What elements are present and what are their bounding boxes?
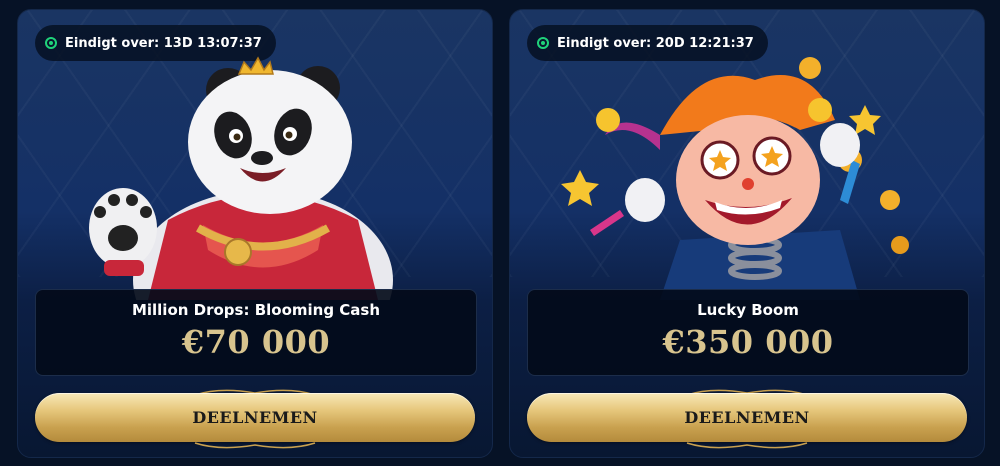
prize-amount: €70 000	[181, 323, 331, 361]
join-button[interactable]: DEELNEMEN	[35, 393, 475, 442]
live-indicator-icon	[537, 37, 549, 49]
promo-card-lucky-boom[interactable]: Eindigt over: 20D 12:21:37 Lucky Boom €3…	[509, 9, 985, 458]
promo-card-million-drops[interactable]: Eindigt over: 13D 13:07:37 Million Drops…	[17, 9, 493, 458]
promo-title: Million Drops: Blooming Cash	[131, 301, 381, 319]
ornament-bottom-icon	[686, 442, 808, 449]
panda-mascot-image	[89, 56, 393, 300]
prize-amount: €350 000	[662, 323, 834, 361]
promo-info-panel: Million Drops: Blooming Cash €70 000	[35, 289, 477, 376]
live-indicator-icon	[45, 37, 57, 49]
countdown-text: Eindigt over: 20D 12:21:37	[557, 35, 754, 51]
promo-info-panel: Lucky Boom €350 000	[527, 289, 969, 376]
promo-title: Lucky Boom	[697, 301, 799, 319]
join-button[interactable]: DEELNEMEN	[527, 393, 967, 442]
ornament-bottom-icon	[194, 442, 316, 449]
countdown-text: Eindigt over: 13D 13:07:37	[65, 35, 262, 51]
jester-mascot-image	[561, 57, 909, 300]
